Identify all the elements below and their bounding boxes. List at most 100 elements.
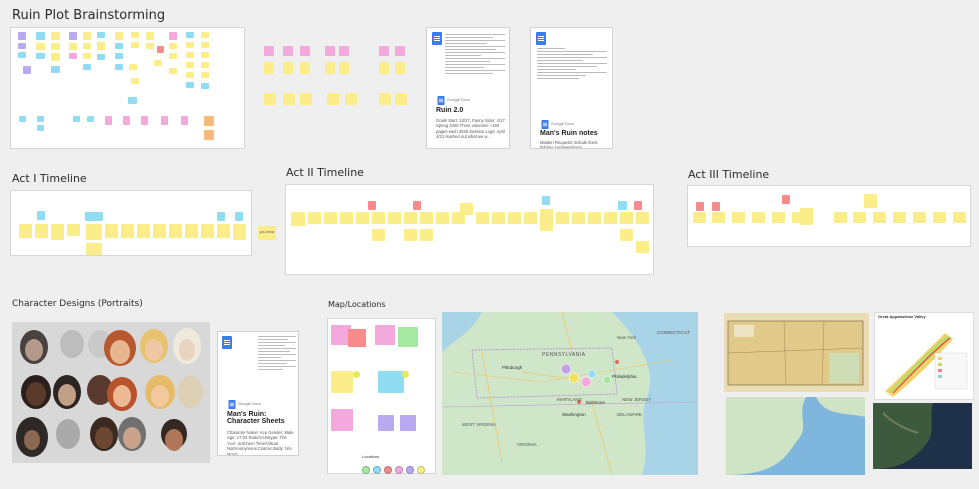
sticky-note[interactable] (169, 32, 177, 40)
sticky-note[interactable] (201, 32, 209, 38)
sticky-note[interactable] (18, 32, 26, 40)
sticky-note[interactable] (37, 211, 45, 220)
sticky-note[interactable] (283, 93, 295, 105)
sticky-note[interactable] (19, 116, 26, 122)
sticky-note[interactable] (235, 212, 243, 221)
sticky-note[interactable] (86, 243, 102, 255)
doc-card-ruin2[interactable]: Google Docs Ruin 2.0 Goals Start: 10/27,… (426, 27, 510, 149)
sticky-note[interactable] (128, 97, 137, 104)
sticky-note[interactable] (893, 212, 906, 223)
sticky-note[interactable] (37, 125, 44, 131)
sticky-note[interactable] (556, 212, 569, 224)
sticky-note[interactable] (153, 224, 166, 238)
sticky-note[interactable] (131, 32, 139, 38)
sticky-note[interactable] (51, 43, 60, 50)
sticky-note[interactable] (141, 116, 148, 125)
sticky-note[interactable] (492, 212, 505, 224)
sticky-note[interactable] (201, 224, 214, 238)
map-locations-frame[interactable]: Locations (327, 318, 436, 474)
frame-label-act2[interactable]: Act II Timeline (286, 166, 364, 179)
sticky-note[interactable] (121, 224, 134, 238)
sticky-note[interactable] (331, 409, 353, 431)
sticky-note[interactable] (772, 212, 785, 223)
sticky-note[interactable] (379, 46, 389, 56)
sticky-note[interactable] (327, 93, 339, 105)
sticky-note[interactable] (51, 66, 60, 73)
sticky-note[interactable] (201, 62, 209, 68)
sticky-note[interactable] (201, 83, 209, 89)
sticky-note[interactable] (800, 208, 813, 225)
sticky-note[interactable] (83, 64, 91, 70)
sticky-note[interactable] (325, 62, 335, 74)
sticky-note[interactable] (23, 66, 31, 74)
sticky-note[interactable] (300, 46, 310, 56)
sticky-note[interactable] (131, 78, 139, 84)
sticky-note[interactable] (169, 53, 177, 59)
sticky-note[interactable] (618, 201, 627, 210)
sticky-note[interactable] (264, 62, 274, 74)
sticky-note[interactable] (131, 42, 139, 48)
board-title[interactable]: Ruin Plot Brainstorming (12, 8, 165, 23)
sticky-note[interactable] (853, 212, 866, 223)
sticky-note[interactable] (35, 224, 48, 238)
sticky-note[interactable] (508, 212, 521, 224)
character-portraits-image[interactable] (12, 322, 210, 463)
sticky-note[interactable] (413, 201, 421, 210)
sticky-note[interactable] (161, 116, 168, 125)
sticky-note[interactable] (123, 116, 130, 125)
sticky-note[interactable] (404, 229, 417, 241)
sticky-note[interactable] (398, 327, 418, 347)
appalachian-valley-map[interactable]: Great Appalachian Valley (874, 312, 974, 400)
sticky-note[interactable] (83, 53, 91, 59)
sticky-note[interactable] (345, 93, 357, 105)
sticky-note[interactable] (588, 212, 601, 224)
frame-label-map[interactable]: Map/Locations (328, 300, 386, 309)
sticky-note[interactable] (157, 46, 164, 53)
sticky-note[interactable] (356, 212, 369, 224)
sticky-note[interactable] (324, 212, 337, 224)
sticky-note[interactable] (85, 212, 103, 221)
sticky-note[interactable] (36, 53, 45, 59)
sticky-note[interactable] (340, 212, 353, 224)
sticky-note[interactable] (712, 212, 725, 223)
sticky-note[interactable] (97, 54, 105, 60)
sticky-note[interactable] (217, 212, 225, 221)
sticky-note[interactable] (18, 52, 26, 58)
sticky-note[interactable] (325, 46, 335, 56)
sticky-note[interactable] (752, 212, 765, 223)
sticky-note[interactable] (83, 43, 91, 49)
doc-card-character-sheets[interactable]: Google Docs Man's Ruin: Character Sheets… (217, 331, 299, 456)
sticky-note[interactable] (634, 201, 642, 210)
sticky-note[interactable] (339, 62, 349, 74)
act3-timeline-frame[interactable] (687, 185, 971, 247)
sticky-note[interactable] (378, 415, 394, 431)
sticky-note[interactable] (732, 212, 745, 223)
sticky-note[interactable] (19, 224, 32, 238)
sticky-note[interactable] (115, 32, 123, 40)
sticky-note[interactable] (348, 329, 366, 347)
sticky-note[interactable] (524, 212, 537, 224)
sticky-note[interactable] (186, 62, 194, 68)
sticky-note[interactable] (378, 371, 404, 393)
sticky-note[interactable] (620, 229, 633, 241)
sticky-note[interactable] (83, 32, 91, 40)
sticky-note[interactable] (154, 60, 162, 66)
sticky-note[interactable] (201, 42, 209, 48)
sticky-note[interactable] (404, 212, 417, 224)
sticky-note[interactable] (115, 64, 123, 70)
sticky-note[interactable] (73, 116, 80, 122)
sticky-note[interactable] (129, 64, 137, 70)
sticky-note[interactable] (379, 93, 391, 105)
sticky-note[interactable] (264, 93, 276, 105)
sticky-note[interactable] (395, 62, 405, 74)
doc-card-mans-ruin-notes[interactable]: Google Docs Man's Ruin notes Maiden Requ… (530, 27, 613, 149)
sticky-note[interactable] (372, 212, 385, 224)
sticky-note[interactable] (636, 212, 649, 224)
sticky-note[interactable] (264, 46, 274, 56)
sticky-note[interactable] (186, 72, 194, 78)
sticky-note[interactable] (115, 43, 123, 49)
sticky-note[interactable] (169, 43, 177, 49)
satellite-map[interactable] (873, 403, 972, 469)
sticky-note[interactable] (339, 46, 349, 56)
act1-timeline-frame[interactable] (10, 190, 252, 256)
